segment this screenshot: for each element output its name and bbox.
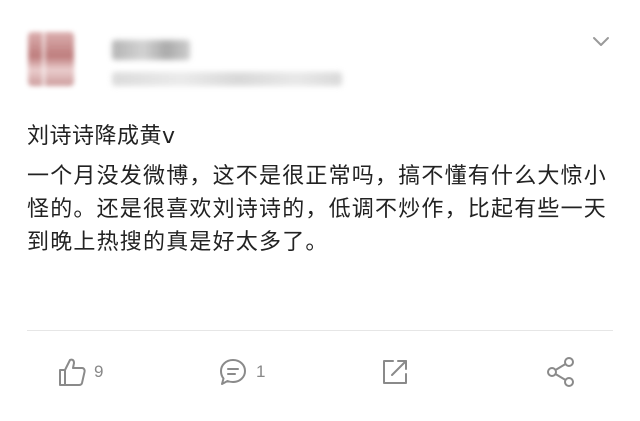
thumbs-up-icon [59,358,86,386]
username-blurred[interactable] [112,40,190,60]
repost-arrow-icon [383,360,407,384]
post-card: 刘诗诗降成黄v 一个月没发微博，这不是很正常吗，搞不懂有什么大惊小怪的。还是很喜… [0,0,640,421]
comment-button[interactable]: 1 [218,352,265,392]
avatar[interactable] [28,32,74,86]
repost-button[interactable] [380,352,410,392]
post-body: 一个月没发微博，这不是很正常吗，搞不懂有什么大惊小怪的。还是很喜欢刘诗诗的，低调… [27,164,608,255]
comment-bubble-icon [220,359,246,385]
like-count: 9 [94,362,104,381]
divider [27,330,613,331]
share-nodes-icon [547,357,574,387]
comment-count: 1 [256,362,266,381]
share-button[interactable] [545,352,577,392]
post-meta-blurred [112,72,342,86]
chevron-down-icon[interactable] [592,36,610,48]
like-button[interactable]: 9 [58,352,103,392]
post-title: 刘诗诗降成黄v [27,124,176,149]
